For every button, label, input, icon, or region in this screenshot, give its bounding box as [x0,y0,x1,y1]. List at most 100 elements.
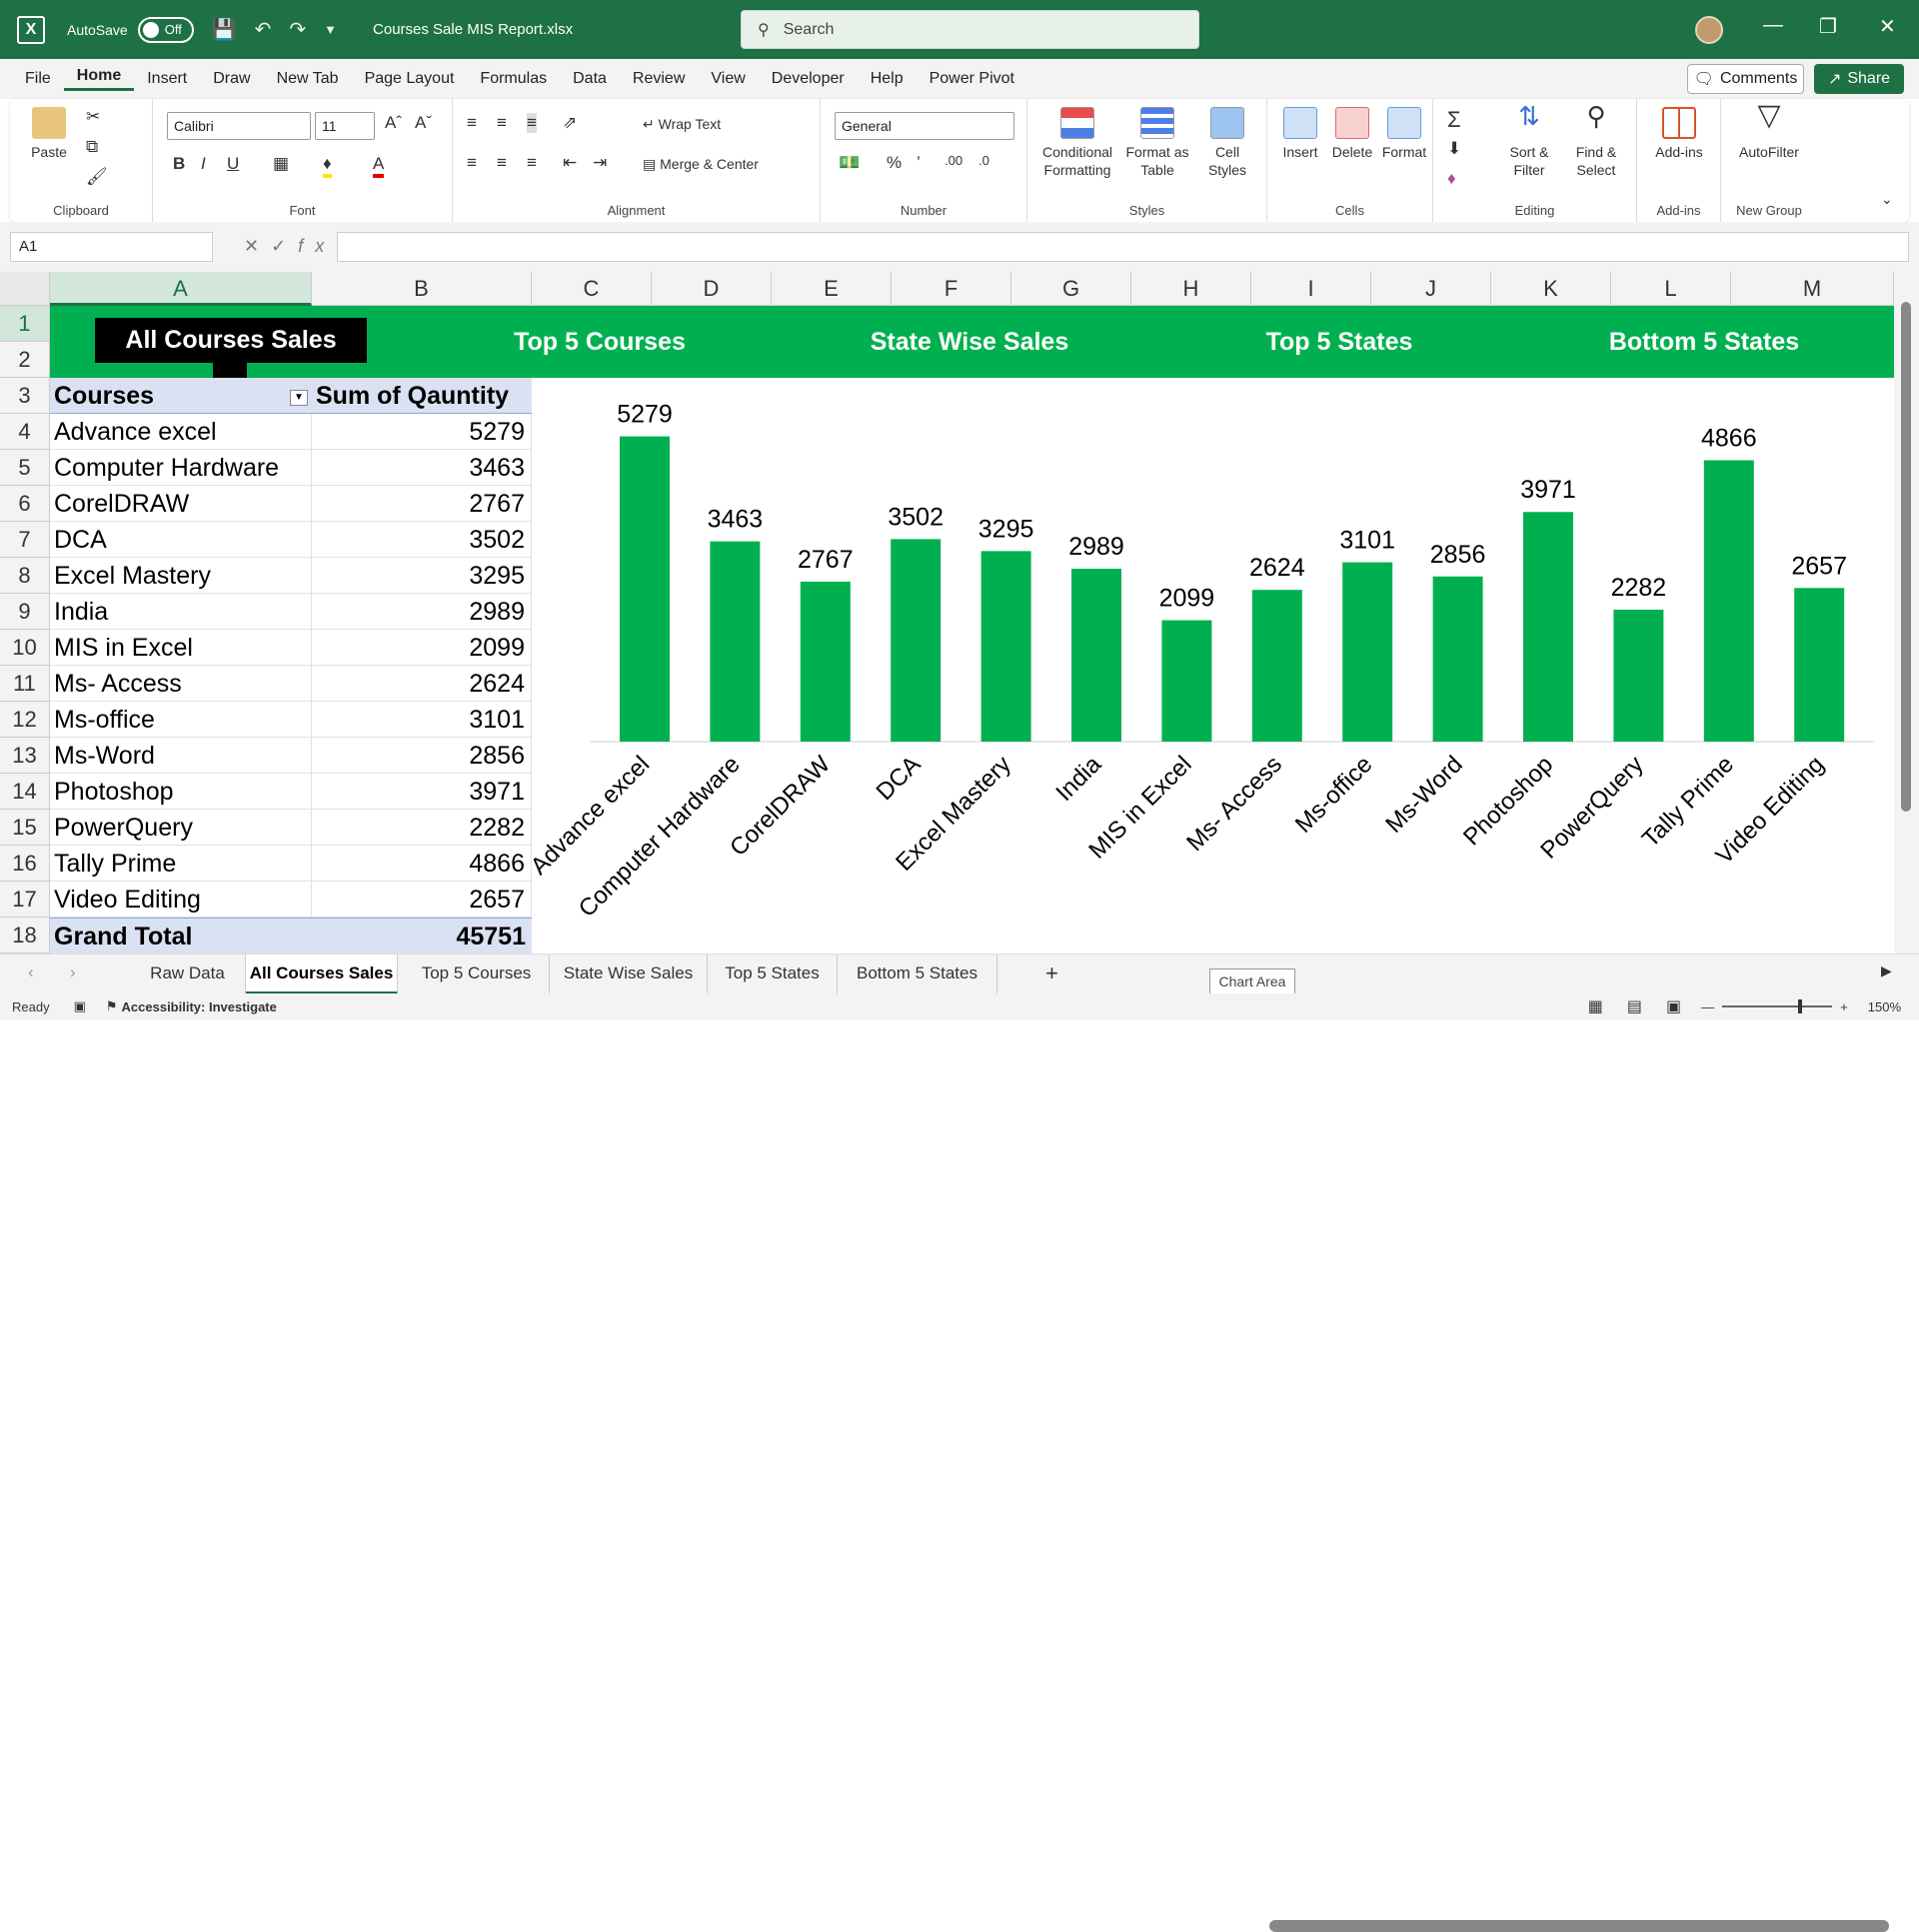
vertical-scroll-thumb[interactable] [1901,302,1911,812]
increase-indent-icon[interactable]: ⇥ [593,153,607,173]
col-header-d[interactable]: D [652,272,772,306]
close-icon[interactable]: ✕ [1879,14,1896,39]
bar-ms-word[interactable] [1432,576,1483,742]
row-header-17[interactable]: 17 [0,882,50,918]
prev-sheet-icon[interactable]: ‹ [28,963,34,982]
row-header-9[interactable]: 9 [0,594,50,630]
pivot-qty-cell[interactable]: 4866 [312,846,532,882]
pivot-course-cell[interactable]: DCA [50,522,312,558]
underline-icon[interactable]: U [227,154,239,174]
autofilter-button[interactable]: ▽ AutoFilter [1729,101,1809,161]
row-header-13[interactable]: 13 [0,738,50,774]
wrap-text-button[interactable]: ↵ Wrap Text [643,115,721,133]
menu-data[interactable]: Data [560,70,620,88]
bar-ms-access[interactable] [1251,590,1302,742]
pivot-qty-cell[interactable]: 3463 [312,450,532,486]
col-header-i[interactable]: I [1251,272,1371,306]
pivot-course-cell[interactable]: PowerQuery [50,810,312,846]
font-size-select[interactable]: 11 [315,112,375,140]
pivot-qty-cell[interactable]: 2282 [312,810,532,846]
pivot-course-cell[interactable]: Ms-Word [50,738,312,774]
menu-formulas[interactable]: Formulas [467,70,560,88]
orientation-icon[interactable]: ⇗ [563,113,577,133]
percent-icon[interactable]: % [887,153,902,173]
collapse-ribbon-icon[interactable]: ⌄ [1881,191,1893,208]
row-header-12[interactable]: 12 [0,702,50,738]
pivot-course-cell[interactable]: Video Editing [50,882,312,918]
pivot-course-cell[interactable]: Tally Prime [50,846,312,882]
name-box[interactable]: A1 [10,232,213,262]
customize-quick-access-icon[interactable]: ▼ [324,22,337,37]
bar-tally-prime[interactable] [1703,460,1754,742]
autosum-icon[interactable]: Σ [1447,107,1461,133]
formula-input[interactable] [337,232,1909,262]
next-sheet-icon[interactable]: › [70,963,76,982]
clear-icon[interactable]: ♦ [1447,169,1456,189]
row-header-2[interactable]: 2 [0,342,50,378]
pivot-qty-cell[interactable]: 2657 [312,882,532,918]
nav-bottom-5-states[interactable]: Bottom 5 States [1569,306,1839,378]
pivot-qty-cell[interactable]: 5279 [312,414,532,450]
nav-top-5-states[interactable]: Top 5 States [1209,306,1469,378]
pivot-course-cell[interactable]: Ms-office [50,702,312,738]
bold-icon[interactable]: B [173,154,185,174]
grand-total-value[interactable]: 45751 [312,918,532,954]
insert-cells-button[interactable]: Insert [1275,107,1325,161]
pivot-qty-cell[interactable]: 2099 [312,630,532,666]
share-button[interactable]: ↗ Share [1814,64,1904,94]
find-select-button[interactable]: ⚲ Find & Select [1563,103,1629,179]
minimize-icon[interactable]: — [1763,14,1783,37]
number-format-select[interactable]: General [835,112,1014,140]
bar-ms-office[interactable] [1342,562,1393,742]
row-header-11[interactable]: 11 [0,666,50,702]
pivot-qty-cell[interactable]: 2856 [312,738,532,774]
paste-button[interactable]: Paste [24,107,74,161]
pivot-course-cell[interactable]: Ms- Access [50,666,312,702]
page-layout-view-icon[interactable]: ▤ [1627,996,1642,1016]
bar-advance-excel[interactable] [620,436,670,742]
col-header-g[interactable]: G [1011,272,1131,306]
horizontal-scroll-thumb[interactable] [1269,1920,1889,1932]
pivot-qty-cell[interactable]: 2624 [312,666,532,702]
normal-view-icon[interactable]: ▦ [1588,996,1603,1016]
bar-excel-mastery[interactable] [980,551,1031,742]
row-header-15[interactable]: 15 [0,810,50,846]
col-header-c[interactable]: C [532,272,652,306]
row-header-14[interactable]: 14 [0,774,50,810]
sort-filter-button[interactable]: ⇅ Sort & Filter [1499,103,1559,179]
pivot-course-cell[interactable]: India [50,594,312,630]
pivot-course-cell[interactable]: MIS in Excel [50,630,312,666]
menu-page-layout[interactable]: Page Layout [352,70,468,88]
sheet-tab-all-courses-sales[interactable]: All Courses Sales [246,955,398,994]
col-header-f[interactable]: F [892,272,1011,306]
row-header-6[interactable]: 6 [0,486,50,522]
menu-power-pivot[interactable]: Power Pivot [917,70,1027,88]
col-header-k[interactable]: K [1491,272,1611,306]
pivot-course-cell[interactable]: Photoshop [50,774,312,810]
increase-decimal-icon[interactable]: .00 [945,153,962,168]
bar-photoshop[interactable] [1523,512,1573,742]
pivot-course-cell[interactable]: Excel Mastery [50,558,312,594]
pivot-qty-cell[interactable]: 2767 [312,486,532,522]
select-all-corner[interactable] [0,272,50,306]
user-avatar[interactable] [1695,16,1723,44]
grand-total-label[interactable]: Grand Total [50,918,312,954]
redo-icon[interactable]: ↷ [289,17,306,42]
increase-font-icon[interactable]: Aˆ [385,113,402,133]
format-cells-button[interactable]: Format [1379,107,1429,161]
col-header-m[interactable]: M [1731,272,1894,306]
format-painter-icon[interactable]: 🖌 [86,167,108,187]
macro-record-icon[interactable]: ▣ [74,998,86,1014]
bar-video-editing[interactable] [1794,588,1845,742]
font-color-icon[interactable]: A [373,154,385,178]
menu-new-tab[interactable]: New Tab [264,70,352,88]
currency-icon[interactable]: 💵 [839,153,860,173]
sheet-tab-bottom-5-states[interactable]: Bottom 5 States [838,955,997,994]
delete-cells-button[interactable]: Delete [1327,107,1377,161]
borders-icon[interactable]: ▦ [273,154,289,174]
row-header-10[interactable]: 10 [0,630,50,666]
format-as-table-button[interactable]: Format as Table [1122,107,1192,179]
cell-styles-button[interactable]: Cell Styles [1197,107,1257,179]
vertical-scrollbar[interactable] [1894,272,1919,954]
chart-area[interactable]: 5279 Advance excel 3463 Computer Hardware 27… [526,378,1894,954]
